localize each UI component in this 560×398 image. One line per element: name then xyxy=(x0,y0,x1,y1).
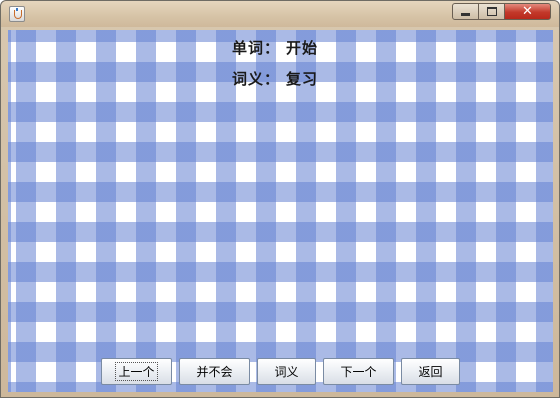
word-label: 单词： xyxy=(232,39,281,57)
show-meaning-button[interactable]: 词义 xyxy=(257,358,316,385)
meaning-row: 词义： 复习 xyxy=(232,68,318,89)
minimize-icon xyxy=(461,13,470,16)
back-button[interactable]: 返回 xyxy=(401,358,460,385)
content-panel: 单词： 开始 词义： 复习 上一个 并不会 词义 下一个 返回 xyxy=(8,30,553,392)
minimize-button[interactable] xyxy=(452,3,479,20)
java-app-icon[interactable] xyxy=(9,6,25,22)
close-button[interactable]: ✕ xyxy=(504,3,551,20)
dont-know-button[interactable]: 并不会 xyxy=(179,358,250,385)
previous-button-label: 上一个 xyxy=(115,362,158,381)
previous-button[interactable]: 上一个 xyxy=(101,358,172,385)
title-bar[interactable]: ✕ xyxy=(1,1,559,27)
meaning-value: 复习 xyxy=(286,70,319,88)
word-row: 单词： 开始 xyxy=(232,37,318,58)
next-button[interactable]: 下一个 xyxy=(323,358,394,385)
close-icon: ✕ xyxy=(522,4,533,19)
app-window: ✕ 单词： 开始 词义： 复习 上一个 并不会 词义 下一个 返回 xyxy=(0,0,560,398)
meaning-label: 词义： xyxy=(232,70,281,88)
word-value: 开始 xyxy=(286,39,319,57)
maximize-button[interactable] xyxy=(478,3,505,20)
maximize-icon xyxy=(486,7,497,16)
